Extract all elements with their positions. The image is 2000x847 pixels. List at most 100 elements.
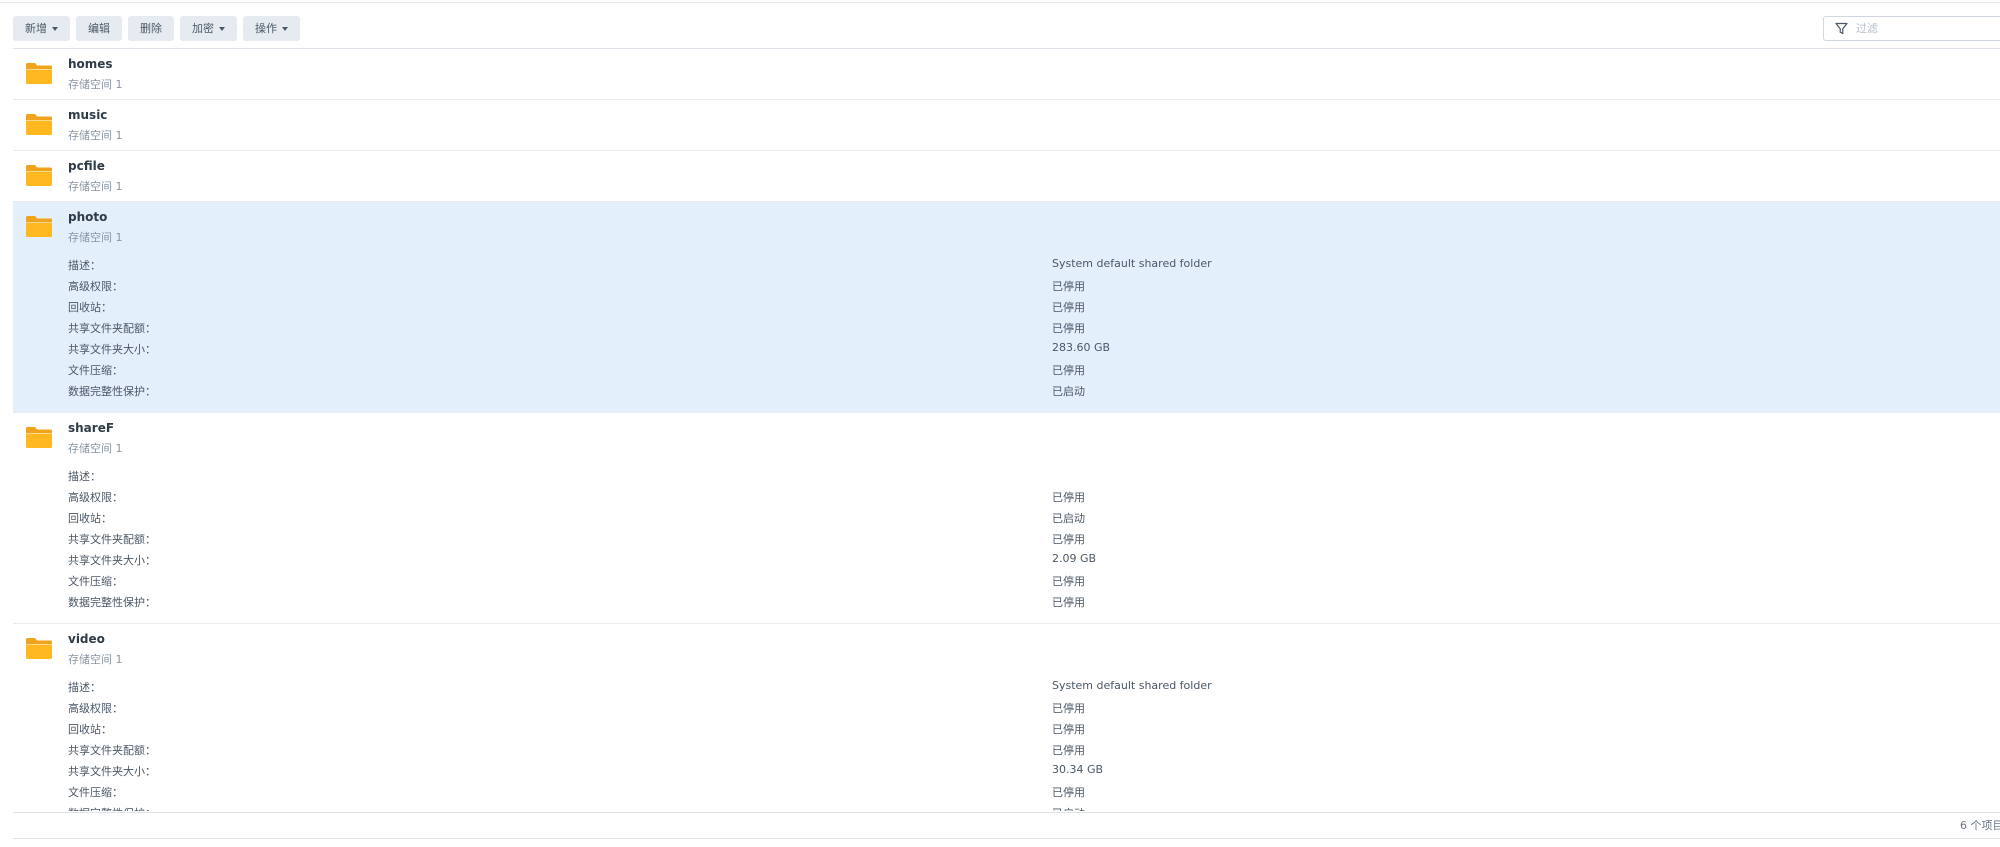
shared-folder-row[interactable]: homes 存储空间 1 xyxy=(13,49,2000,100)
detail-value: 已停用 xyxy=(1052,723,1085,736)
detail-label: 数据完整性保护： xyxy=(68,385,156,398)
detail-row: 高级权限： 已停用 xyxy=(68,486,1968,507)
detail-value: 2.09 GB xyxy=(1052,552,1097,565)
detail-value: 已停用 xyxy=(1052,744,1085,757)
delete-button-label: 删除 xyxy=(140,22,162,35)
shared-folder-row[interactable]: photo 存储空间 1 描述： System default shared fold… xyxy=(13,202,2000,413)
edit-button-label: 编辑 xyxy=(88,22,110,35)
shared-folder-row[interactable]: music 存储空间 1 xyxy=(13,100,2000,151)
detail-label: 共享文件夹大小： xyxy=(68,765,156,778)
detail-value: 已启动 xyxy=(1052,805,1085,811)
folder-icon xyxy=(26,113,52,135)
detail-label: 回收站： xyxy=(68,301,112,314)
folder-name: shareF xyxy=(68,421,115,435)
detail-label: 描述： xyxy=(68,259,101,272)
detail-row: 回收站： 已停用 xyxy=(68,296,1968,317)
detail-label: 高级权限： xyxy=(68,702,123,715)
detail-label: 描述： xyxy=(68,470,101,483)
filter-input[interactable] xyxy=(1854,21,1998,36)
delete-button[interactable]: 删除 xyxy=(128,16,174,41)
detail-label: 共享文件夹大小： xyxy=(68,554,156,567)
shared-folder-row[interactable]: shareF 存储空间 1 描述： 高级权限： 已停用 回收站： 已启动 共享文件夹配额： 已停… xyxy=(13,413,2000,624)
encrypt-button-label: 加密 xyxy=(192,22,214,35)
action-button-label: 操作 xyxy=(255,22,277,35)
detail-label: 共享文件夹大小： xyxy=(68,343,156,356)
detail-label: 高级权限： xyxy=(68,491,123,504)
detail-label: 数据完整性保护： xyxy=(68,596,156,609)
filter-box xyxy=(1823,16,2000,41)
detail-row: 描述： System default shared folder xyxy=(68,254,1968,275)
detail-value: 已停用 xyxy=(1052,322,1085,335)
detail-row: 文件压缩： 已停用 xyxy=(68,359,1968,380)
detail-row: 文件压缩： 已停用 xyxy=(68,781,1968,802)
folder-volume: 存储空间 1 xyxy=(68,442,123,455)
toolbar: 新增 编辑 删除 加密 操作 xyxy=(13,16,300,41)
detail-row: 描述： xyxy=(68,465,1968,486)
detail-label: 高级权限： xyxy=(68,280,123,293)
detail-label: 共享文件夹配额： xyxy=(68,533,156,546)
shared-folder-row[interactable]: pcfile 存储空间 1 xyxy=(13,151,2000,202)
detail-value: 已停用 xyxy=(1052,702,1085,715)
folder-icon xyxy=(26,426,52,448)
folder-details: 描述： System default shared folder 高级权限： 已停用回… xyxy=(68,254,1968,401)
edit-button[interactable]: 编辑 xyxy=(76,16,122,41)
folder-icon xyxy=(26,637,52,659)
detail-row: 共享文件夹配额： 已停用 xyxy=(68,528,1968,549)
detail-value: 已启动 xyxy=(1052,512,1085,525)
detail-row: 共享文件夹配额： 已停用 xyxy=(68,739,1968,760)
folder-volume: 存储空间 1 xyxy=(68,129,123,142)
detail-value: 已停用 xyxy=(1052,364,1085,377)
detail-value: 已停用 xyxy=(1052,596,1085,609)
folder-icon xyxy=(26,215,52,237)
detail-value: 283.60 GB xyxy=(1052,341,1111,354)
folder-name: photo xyxy=(68,210,108,224)
detail-row: 文件压缩： 已停用 xyxy=(68,570,1968,591)
detail-value: System default shared folder xyxy=(1052,257,1212,270)
folder-name: homes xyxy=(68,57,113,71)
folder-name: music xyxy=(68,108,108,122)
list-bottom-divider xyxy=(13,812,2000,813)
create-button[interactable]: 新增 xyxy=(13,16,70,41)
chevron-down-icon xyxy=(52,26,58,31)
detail-label: 共享文件夹配额： xyxy=(68,322,156,335)
detail-label: 回收站： xyxy=(68,723,112,736)
detail-row: 共享文件夹大小： 30.34 GB xyxy=(68,760,1968,781)
detail-row: 共享文件夹配额： 已停用 xyxy=(68,317,1968,338)
detail-label: 共享文件夹配额： xyxy=(68,744,156,757)
detail-row: 数据完整性保护： 已停用 xyxy=(68,591,1968,612)
detail-value: System default shared folder xyxy=(1052,679,1212,692)
detail-value: 30.34 GB xyxy=(1052,763,1104,776)
detail-value: 已停用 xyxy=(1052,280,1085,293)
create-button-label: 新增 xyxy=(25,22,47,35)
folder-volume: 存储空间 1 xyxy=(68,231,123,244)
detail-label: 文件压缩： xyxy=(68,575,123,588)
folder-name: video xyxy=(68,632,105,646)
folder-volume: 存储空间 1 xyxy=(68,653,123,666)
detail-label: 文件压缩： xyxy=(68,364,123,377)
detail-row: 共享文件夹大小： 2.09 GB xyxy=(68,549,1968,570)
chevron-down-icon xyxy=(219,26,225,31)
filter-icon[interactable] xyxy=(1832,20,1850,38)
folder-icon xyxy=(26,164,52,186)
detail-row: 高级权限： 已停用 xyxy=(68,697,1968,718)
folder-volume: 存储空间 1 xyxy=(68,180,123,193)
item-count: 6 个项目 xyxy=(1960,819,2000,832)
action-button[interactable]: 操作 xyxy=(243,16,300,41)
encrypt-button[interactable]: 加密 xyxy=(180,16,237,41)
detail-value: 已停用 xyxy=(1052,575,1085,588)
detail-value: 已停用 xyxy=(1052,491,1085,504)
shared-folder-row[interactable]: video 存储空间 1 描述： System default shared fold… xyxy=(13,624,2000,811)
shared-folder-list: homes 存储空间 1 music 存储空间 1 pcfile 存储空间 1 photo 存… xyxy=(13,49,2000,811)
detail-row: 数据完整性保护： 已启动 xyxy=(68,802,1968,811)
detail-row: 回收站： 已启动 xyxy=(68,507,1968,528)
folder-details: 描述： System default shared folder 高级权限： 已停用回… xyxy=(68,676,1968,811)
detail-value: 已启动 xyxy=(1052,385,1085,398)
detail-label: 数据完整性保护： xyxy=(68,805,156,811)
detail-row: 高级权限： 已停用 xyxy=(68,275,1968,296)
detail-value: 已停用 xyxy=(1052,301,1085,314)
detail-row: 数据完整性保护： 已启动 xyxy=(68,380,1968,401)
detail-label: 描述： xyxy=(68,681,101,694)
detail-value: 已停用 xyxy=(1052,786,1085,799)
folder-name: pcfile xyxy=(68,159,105,173)
folder-volume: 存储空间 1 xyxy=(68,78,123,91)
